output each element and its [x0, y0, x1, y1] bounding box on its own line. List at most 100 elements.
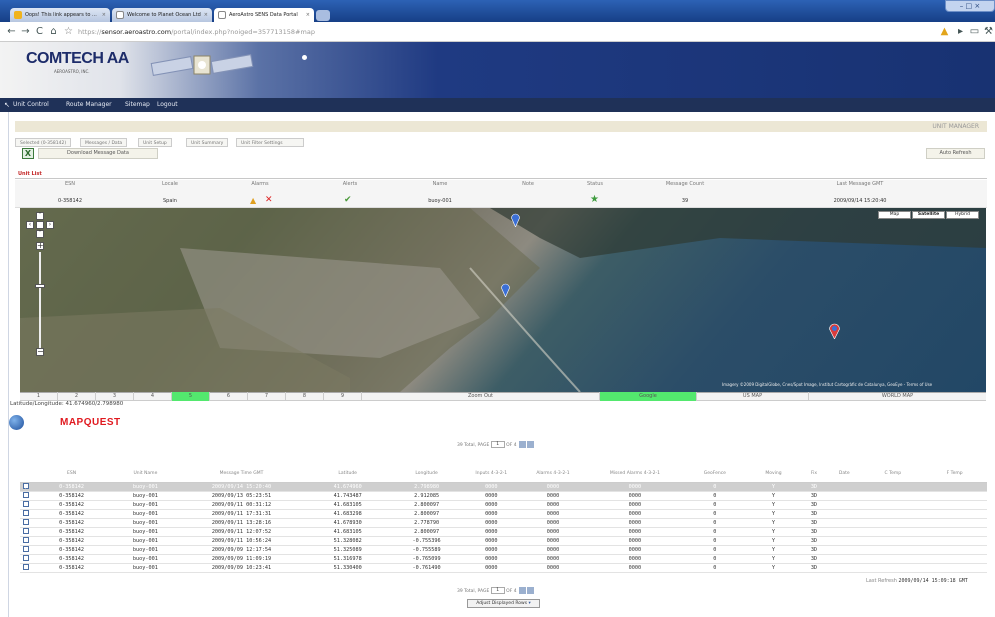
- excel-icon[interactable]: X: [22, 148, 34, 159]
- table-row[interactable]: 0-358142 buoy-001 2009/09/11 17:31:31 41.68…: [20, 509, 987, 519]
- row-checkbox[interactable]: [23, 555, 30, 561]
- col-alerts: Alerts: [342, 181, 358, 187]
- map-page-5[interactable]: 5: [172, 392, 210, 401]
- map-mode-satellite[interactable]: Satellite: [912, 211, 945, 219]
- row-checkbox[interactable]: [23, 492, 30, 498]
- next-page-icon[interactable]: [527, 441, 535, 448]
- forward-icon[interactable]: →: [19, 25, 32, 38]
- col-longitude: Longitude: [392, 466, 461, 483]
- unit-list-label[interactable]: Unit List: [18, 169, 42, 179]
- map-marker-pin[interactable]: [511, 213, 520, 229]
- browser-tab-2[interactable]: Welcome to Planet Ocean Ltd ×: [112, 8, 212, 22]
- page-menu-icon[interactable]: ▭: [968, 25, 981, 38]
- page-input[interactable]: 1: [490, 441, 505, 448]
- satellite-map[interactable]: [20, 208, 986, 392]
- tab-unit-setup[interactable]: Unit Setup: [138, 138, 172, 147]
- comtech-logo[interactable]: COMTECH AA: [26, 50, 129, 68]
- pan-center-icon[interactable]: [36, 221, 44, 229]
- menu-unit-control[interactable]: Unit Control: [13, 98, 49, 112]
- pan-right-icon[interactable]: ›: [46, 221, 54, 229]
- alert-ok-icon[interactable]: ✔: [344, 195, 352, 205]
- prev-page-icon[interactable]: [519, 587, 527, 594]
- auto-refresh-button[interactable]: Auto Refresh: [926, 148, 985, 159]
- browser-tab-1[interactable]: Oops! This link appears to ... ×: [10, 8, 110, 22]
- table-cell: 0000: [521, 545, 585, 555]
- home-icon[interactable]: ⌂: [47, 25, 60, 38]
- provider-google[interactable]: Google: [600, 392, 697, 401]
- adjust-rows-select[interactable]: Adjust Displayed Rows ▾: [467, 599, 540, 608]
- browser-tab-3[interactable]: AeroAstro SENS Data Portal ×: [214, 8, 314, 22]
- menu-route-manager[interactable]: Route Manager: [66, 98, 112, 112]
- back-icon[interactable]: ←: [5, 25, 18, 38]
- map-page-8[interactable]: 8: [286, 392, 324, 401]
- zoom-slider-track[interactable]: [39, 252, 41, 348]
- row-checkbox[interactable]: ✓: [23, 483, 30, 491]
- wrench-icon[interactable]: ⚒: [982, 25, 995, 38]
- star-icon[interactable]: ☆: [62, 25, 75, 38]
- table-row[interactable]: 0-358142 buoy-001 2009/09/09 10:23:41 51.33…: [20, 563, 987, 573]
- tab-messages-data[interactable]: Messages / Data: [80, 138, 128, 147]
- row-checkbox[interactable]: [23, 546, 30, 552]
- map-page-9[interactable]: 9: [324, 392, 362, 401]
- table-row[interactable]: 0-358142 buoy-001 2009/09/11 00:31:12 41.68…: [20, 500, 987, 510]
- row-checkbox[interactable]: [23, 510, 30, 516]
- row-checkbox[interactable]: [23, 564, 30, 570]
- mapquest-logo[interactable]: MAPQUEST: [60, 417, 121, 428]
- provider-world-map[interactable]: WORLD MAP: [809, 392, 986, 401]
- window-controls[interactable]: – □ ×: [945, 0, 995, 12]
- play-icon[interactable]: ▸: [954, 25, 967, 38]
- table-row[interactable]: ✓ 0-358142 buoy-001 2009/09/14 15:20:40 41.6…: [20, 482, 987, 492]
- table-row[interactable]: 0-358142 buoy-001 2009/09/11 10:56:24 51.32…: [20, 536, 987, 546]
- map-page-6[interactable]: 6: [210, 392, 248, 401]
- menu-logout[interactable]: Logout: [157, 98, 178, 112]
- zoom-out-button[interactable]: Zoom Out: [362, 392, 600, 401]
- alarm-warning-icon[interactable]: ▲: [250, 196, 256, 205]
- close-tab-icon[interactable]: ×: [204, 8, 208, 22]
- pan-left-icon[interactable]: ‹: [26, 221, 34, 229]
- row-checkbox[interactable]: [23, 519, 30, 525]
- table-row[interactable]: 0-358142 buoy-001 2009/09/09 12:17:54 51.32…: [20, 545, 987, 555]
- reload-icon[interactable]: C: [33, 25, 46, 38]
- globe-icon[interactable]: [9, 415, 24, 430]
- map-page-7[interactable]: 7: [248, 392, 286, 401]
- map-mode-map[interactable]: Map: [878, 211, 911, 219]
- map-page-1[interactable]: 1: [20, 392, 58, 401]
- tab-unit-summary[interactable]: Unit Summary: [186, 138, 229, 147]
- page-input[interactable]: 1: [490, 587, 505, 594]
- map-mode-hybrid[interactable]: Hybrid: [946, 211, 979, 219]
- pan-up-icon[interactable]: ˄: [36, 212, 44, 220]
- warning-icon[interactable]: ▲: [938, 25, 951, 38]
- zoom-slider-handle[interactable]: [35, 284, 45, 288]
- row-checkbox[interactable]: [23, 537, 30, 543]
- unit-esn[interactable]: 0-358142: [20, 198, 120, 204]
- table-row[interactable]: 0-358142 buoy-001 2009/09/11 13:28:16 41.67…: [20, 518, 987, 528]
- next-page-icon[interactable]: [527, 587, 535, 594]
- map-marker-current[interactable]: [829, 323, 840, 341]
- tab-unit-filter-settings[interactable]: Unit Filter Settings: [236, 138, 304, 147]
- map-page-2[interactable]: 2: [58, 392, 96, 401]
- zoom-out-icon[interactable]: −: [36, 348, 44, 356]
- address-bar[interactable]: https://sensor.aeroastro.com/portal/inde…: [78, 26, 916, 39]
- map-page-4[interactable]: 4: [134, 392, 172, 401]
- menu-sitemap[interactable]: Sitemap: [125, 98, 150, 112]
- provider-us-map[interactable]: US MAP: [697, 392, 809, 401]
- table-row[interactable]: 0-358142 buoy-001 2009/09/11 12:07:52 41.68…: [20, 527, 987, 537]
- pan-down-icon[interactable]: ˅: [36, 230, 44, 238]
- prev-page-icon[interactable]: [519, 441, 527, 448]
- map-attribution[interactable]: Imagery ©2009 DigitalGlobe, Cnes/Spot Im…: [722, 382, 932, 387]
- zoom-in-icon[interactable]: +: [36, 242, 44, 250]
- row-checkbox[interactable]: [23, 528, 30, 534]
- table-row[interactable]: 0-358142 buoy-001 2009/09/09 11:09:19 51.31…: [20, 554, 987, 564]
- row-checkbox[interactable]: [23, 501, 30, 507]
- new-tab-button[interactable]: [316, 10, 330, 21]
- table-row[interactable]: 0-358142 buoy-001 2009/09/13 05:23:51 41.74…: [20, 491, 987, 501]
- download-message-data-button[interactable]: Download Message Data: [38, 148, 158, 159]
- map-page-3[interactable]: 3: [96, 392, 134, 401]
- close-tab-icon[interactable]: ×: [306, 8, 310, 22]
- table-cell: Y: [744, 545, 803, 555]
- close-tab-icon[interactable]: ×: [102, 8, 106, 22]
- selected-unit-tab[interactable]: Selected (0-358142): [15, 138, 72, 147]
- alarm-error-icon[interactable]: ✕: [265, 195, 273, 205]
- map-zoom-control[interactable]: ˄ ‹ › ˅ + −: [26, 212, 54, 362]
- map-marker-pin[interactable]: [501, 283, 510, 299]
